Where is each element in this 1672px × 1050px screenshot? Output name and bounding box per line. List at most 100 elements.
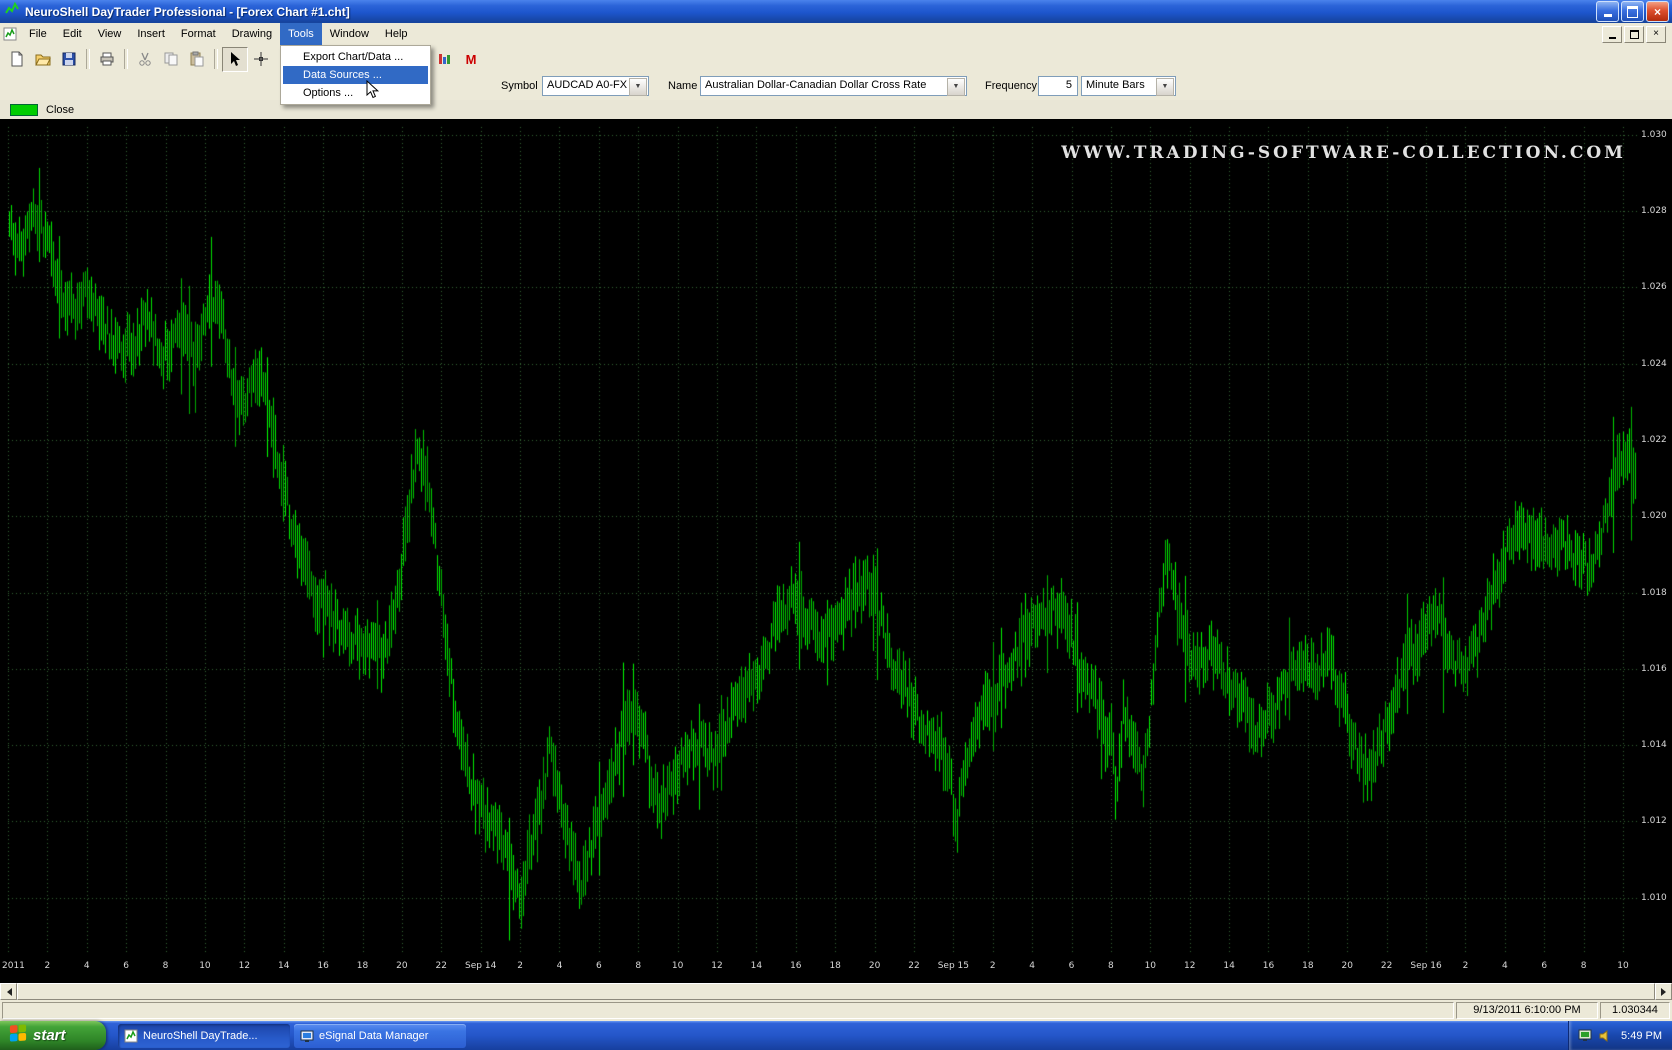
legend-label: Close — [46, 104, 74, 116]
copy-button[interactable] — [158, 47, 184, 72]
frequency-dropdown-arrow-icon[interactable]: ▼ — [1156, 78, 1174, 96]
x-axis-label: 18 — [1302, 961, 1313, 971]
x-axis-label: 22 — [908, 961, 919, 971]
minimize-button[interactable] — [1596, 1, 1619, 22]
chart-legend: Close — [0, 100, 1672, 120]
menubar-items: FileEditViewInsertFormatDrawingToolsWind… — [21, 23, 416, 45]
x-axis-label: 18 — [829, 961, 840, 971]
x-axis-label: 10 — [672, 961, 683, 971]
x-axis-label: Sep 14 — [465, 961, 496, 971]
frequency-input[interactable]: 5 — [1038, 76, 1078, 96]
x-axis-label: 2011 — [2, 961, 25, 971]
menu-item-options[interactable]: Options ... — [283, 84, 428, 102]
name-dropdown-arrow-icon[interactable]: ▼ — [947, 78, 965, 96]
x-axis-label: 12 — [1184, 961, 1195, 971]
app-icon — [4, 1, 20, 22]
chart-h-scrollbar[interactable] — [0, 983, 1672, 1000]
taskbar-task-esignal-data-manager[interactable]: eSignal Data Manager — [294, 1024, 466, 1048]
mdi-minimize-button[interactable] — [1602, 26, 1622, 43]
y-axis-label: 1.010 — [1641, 893, 1669, 903]
restore-icon — [1627, 6, 1638, 18]
chart-window-icon — [3, 26, 21, 42]
menu-item-export-chart-data[interactable]: Export Chart/Data ... — [283, 48, 428, 66]
x-axis-label: 22 — [1381, 961, 1392, 971]
menu-view[interactable]: View — [90, 23, 130, 45]
close-icon: × — [1654, 6, 1661, 18]
new-file-button[interactable] — [4, 47, 30, 72]
frequency-unit-combobox[interactable]: Minute Bars ▼ — [1081, 76, 1176, 96]
pointer-tool-button[interactable] — [222, 47, 248, 72]
paste-button[interactable] — [184, 47, 210, 72]
y-axis-label: 1.020 — [1641, 511, 1669, 521]
restore-button[interactable] — [1621, 1, 1644, 22]
scroll-left-button[interactable] — [0, 983, 17, 1000]
window-controls: × — [1596, 1, 1672, 22]
menu-insert[interactable]: Insert — [129, 23, 173, 45]
x-axis-label: 16 — [790, 961, 801, 971]
symbol-combobox[interactable]: AUDCAD A0-FX ▼ — [542, 76, 649, 96]
taskbar-task-neuroshell-daytrade[interactable]: NeuroShell DayTrade... — [118, 1024, 290, 1048]
task-label: NeuroShell DayTrade... — [143, 1030, 258, 1042]
close-button[interactable]: × — [1646, 1, 1669, 22]
x-axis-label: 12 — [239, 961, 250, 971]
symbol-dropdown-arrow-icon[interactable]: ▼ — [629, 78, 647, 96]
x-axis-label: 6 — [1541, 961, 1547, 971]
toolbar-separator — [214, 49, 218, 69]
mdi-close-button[interactable]: × — [1646, 26, 1666, 43]
y-axis-label: 1.014 — [1641, 740, 1669, 750]
save-button[interactable] — [56, 47, 82, 72]
start-label: start — [33, 1027, 76, 1044]
y-axis-label: 1.018 — [1641, 588, 1669, 598]
x-axis-label: 8 — [1581, 961, 1587, 971]
x-axis-label: 22 — [436, 961, 447, 971]
titlebar: NeuroShell DayTrader Professional - [For… — [0, 0, 1672, 23]
save-icon — [61, 51, 77, 67]
tools-dropdown-menu: Export Chart/Data ...Data Sources ...Opt… — [280, 45, 431, 105]
symbol-value: AUDCAD A0-FX — [547, 79, 630, 91]
crosshair-tool-button[interactable] — [248, 47, 274, 72]
print-button[interactable] — [94, 47, 120, 72]
status-price: 1.030344 — [1600, 1002, 1670, 1019]
desktop: NeuroShell DayTrader Professional - [For… — [0, 0, 1672, 1050]
menu-edit[interactable]: Edit — [55, 23, 90, 45]
x-axis-label: 20 — [1342, 961, 1353, 971]
price-chart-canvas[interactable] — [0, 119, 1672, 983]
menu-format[interactable]: Format — [173, 23, 224, 45]
mdi-restore-icon — [1630, 30, 1639, 39]
x-axis-label: 4 — [84, 961, 90, 971]
name-label: Name — [668, 73, 697, 100]
menu-drawing[interactable]: Drawing — [224, 23, 280, 45]
cut-button[interactable] — [132, 47, 158, 72]
x-axis-label: 16 — [317, 961, 328, 971]
mdi-restore-button[interactable] — [1624, 26, 1644, 43]
y-axis-label: 1.026 — [1641, 282, 1669, 292]
mdi-window-controls: × — [1602, 26, 1672, 43]
chart-export-button[interactable] — [432, 47, 458, 72]
tray-data-manager-icon[interactable] — [1578, 1028, 1593, 1043]
x-axis-label: 14 — [751, 961, 762, 971]
paste-icon — [189, 51, 205, 67]
x-axis-label: 10 — [199, 961, 210, 971]
menu-item-data-sources[interactable]: Data Sources ... — [283, 66, 428, 84]
open-file-button[interactable] — [30, 47, 56, 72]
menu-tools[interactable]: Tools — [280, 23, 322, 45]
menu-window[interactable]: Window — [322, 23, 377, 45]
data-manager-button[interactable]: M — [458, 47, 484, 72]
system-tray: 5:49 PM — [1568, 1021, 1672, 1050]
legend-swatch — [10, 104, 38, 116]
start-button[interactable]: start — [0, 1021, 106, 1050]
scroll-right-button[interactable] — [1655, 983, 1672, 1000]
menu-file[interactable]: File — [21, 23, 55, 45]
x-axis-label: 10 — [1145, 961, 1156, 971]
mouse-cursor — [366, 80, 380, 105]
scrollbar-thumb[interactable] — [17, 983, 1655, 1000]
name-value: Australian Dollar-Canadian Dollar Cross … — [705, 79, 948, 91]
window-title: NeuroShell DayTrader Professional - [For… — [25, 5, 350, 19]
status-datetime: 9/13/2011 6:10:00 PM — [1456, 1002, 1598, 1019]
x-axis-label: 2 — [1463, 961, 1469, 971]
menu-help[interactable]: Help — [377, 23, 416, 45]
open-folder-icon — [35, 51, 51, 67]
tray-volume-icon[interactable] — [1598, 1029, 1612, 1043]
task-icon — [300, 1029, 314, 1043]
name-combobox[interactable]: Australian Dollar-Canadian Dollar Cross … — [700, 76, 967, 96]
